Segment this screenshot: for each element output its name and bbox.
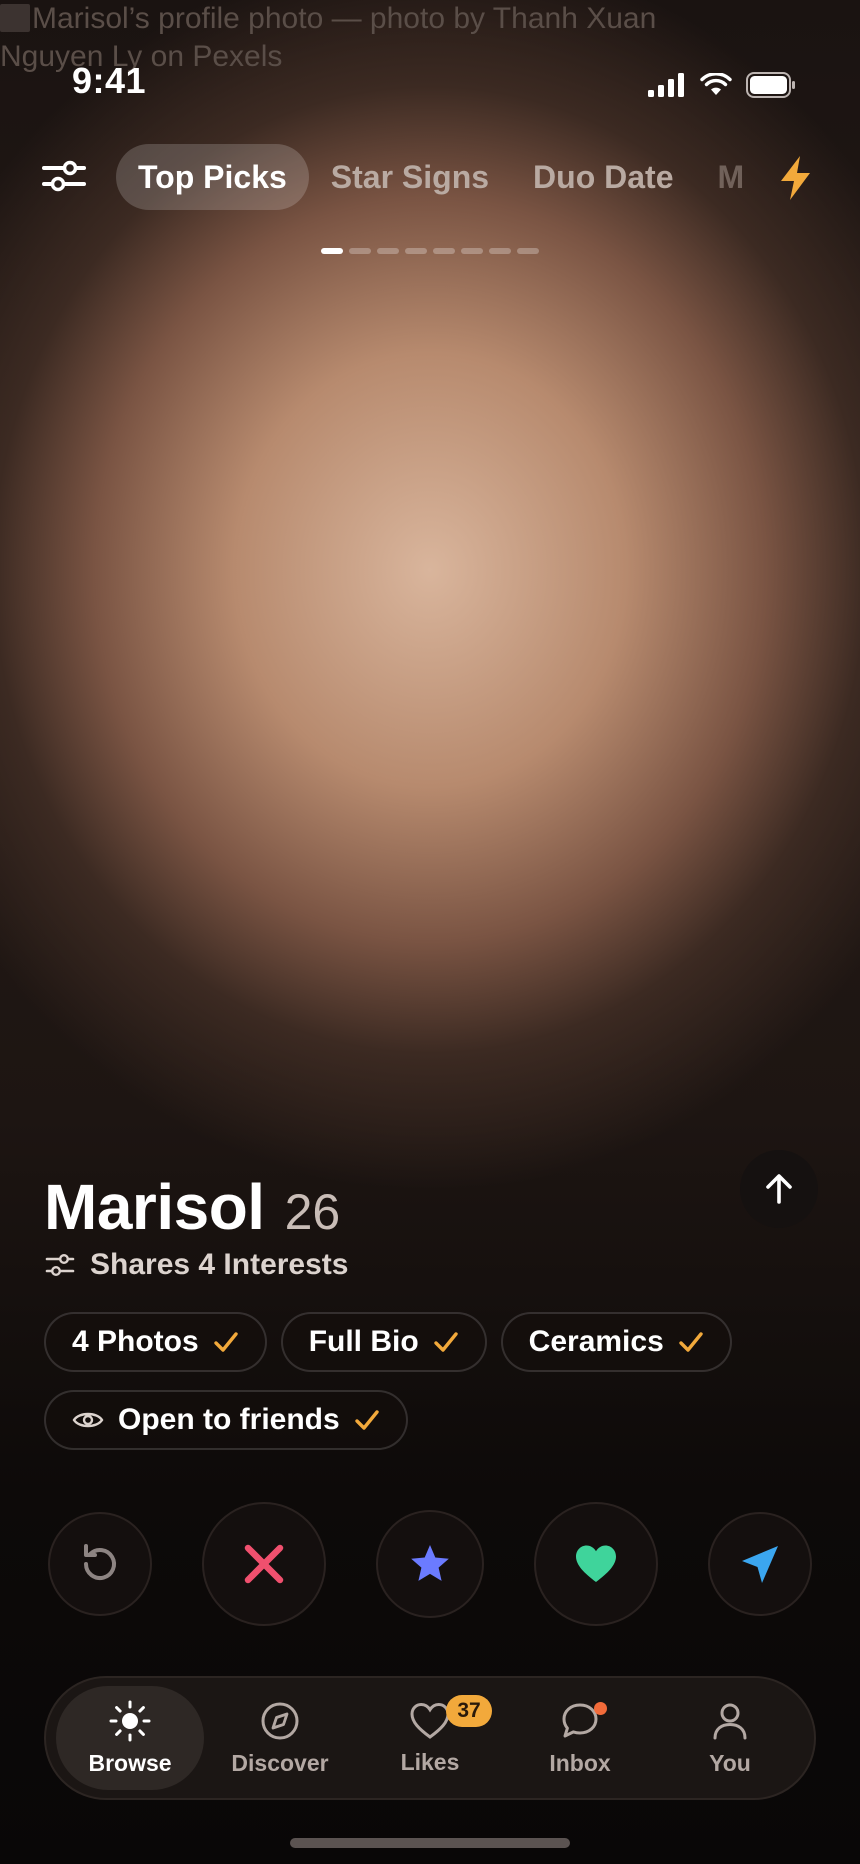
inbox-unread-dot — [594, 1702, 607, 1715]
nav-label: Inbox — [549, 1749, 611, 1776]
chip-label: Ceramics — [528, 1325, 664, 1358]
nav-label: Discover — [231, 1749, 329, 1776]
nav-browse[interactable]: Browse — [56, 1686, 204, 1790]
battery-icon — [746, 72, 795, 98]
status-icons — [648, 72, 796, 98]
signal-icon — [648, 73, 684, 97]
send-message-button[interactable] — [708, 1512, 812, 1616]
profile-header: Marisol 26 — [44, 1170, 340, 1244]
pager-dot[interactable] — [405, 248, 427, 254]
bottom-nav: Browse Discover Likes Inbox You — [44, 1676, 816, 1800]
shared-interests-label: Shares 4 Interests — [90, 1248, 349, 1281]
check-icon — [433, 1332, 458, 1352]
pager-dot[interactable] — [517, 248, 539, 254]
pager-dot[interactable] — [321, 248, 343, 254]
profile-age: 26 — [284, 1184, 341, 1240]
rewind-icon — [84, 1544, 116, 1580]
shared-interests[interactable]: Shares 4 Interests — [44, 1248, 348, 1282]
tab-star-signs[interactable]: Star Signs — [309, 144, 511, 210]
sliders-icon — [42, 160, 86, 192]
chip-full-bio[interactable]: Full Bio — [280, 1312, 487, 1372]
nav-label: Browse — [88, 1749, 172, 1776]
tab-top-picks[interactable]: Top Picks — [116, 144, 309, 210]
expand-profile-button[interactable] — [740, 1150, 818, 1228]
category-tabs: Top Picks Star Signs Duo Date M — [116, 144, 748, 210]
verification-chips-row-1: 4 Photos Full Bio Ceramics — [44, 1312, 732, 1372]
likes-count-badge: 37 — [446, 1695, 492, 1727]
broken-image-icon — [0, 4, 30, 32]
chip-ceramics[interactable]: Ceramics — [500, 1312, 732, 1372]
nav-inbox[interactable]: Inbox — [506, 1686, 654, 1790]
chip-open-to-friends[interactable]: Open to friends — [44, 1390, 408, 1450]
photo-pager — [321, 248, 539, 254]
nav-label: Likes — [400, 1748, 460, 1775]
like-button[interactable] — [534, 1502, 658, 1626]
verification-chips-row-2: Open to friends — [44, 1390, 408, 1450]
profile-name: Marisol — [44, 1171, 265, 1243]
eye-icon — [72, 1412, 104, 1428]
sliders-icon — [45, 1253, 75, 1277]
tab-more[interactable]: M — [696, 144, 749, 210]
close-icon — [244, 1544, 284, 1584]
send-icon — [742, 1546, 778, 1583]
pager-dot[interactable] — [461, 248, 483, 254]
arrow-up-icon — [766, 1174, 792, 1204]
super-like-button[interactable] — [376, 1510, 484, 1618]
pager-dot[interactable] — [489, 248, 511, 254]
check-icon — [213, 1332, 238, 1352]
chip-photos[interactable]: 4 Photos — [44, 1312, 267, 1372]
compass-icon — [261, 1702, 299, 1739]
heart-outline-icon — [410, 1702, 450, 1739]
wifi-icon — [700, 73, 732, 95]
filters-button[interactable] — [38, 150, 90, 202]
heart-icon — [576, 1545, 616, 1582]
pager-dot[interactable] — [349, 248, 371, 254]
sun-icon — [109, 1700, 151, 1741]
nav-you[interactable]: You — [656, 1686, 804, 1790]
nav-discover[interactable]: Discover — [206, 1686, 354, 1790]
pager-dot[interactable] — [377, 248, 399, 254]
star-icon — [411, 1545, 449, 1581]
home-indicator[interactable] — [290, 1838, 570, 1848]
status-time: 9:41 — [72, 60, 147, 101]
chip-label: 4 Photos — [72, 1325, 199, 1358]
nav-label: You — [709, 1749, 751, 1776]
chip-label: Full Bio — [308, 1325, 419, 1358]
person-icon — [713, 1703, 747, 1739]
tab-duo-date[interactable]: Duo Date — [511, 144, 695, 210]
pass-button[interactable] — [202, 1502, 326, 1626]
pager-dot[interactable] — [433, 248, 455, 254]
lightning-bolt-icon — [781, 156, 810, 200]
boost-button[interactable] — [772, 154, 820, 202]
check-icon — [354, 1410, 379, 1430]
rewind-button[interactable] — [48, 1512, 152, 1616]
chip-label: Open to friends — [118, 1403, 340, 1436]
check-icon — [679, 1332, 703, 1352]
